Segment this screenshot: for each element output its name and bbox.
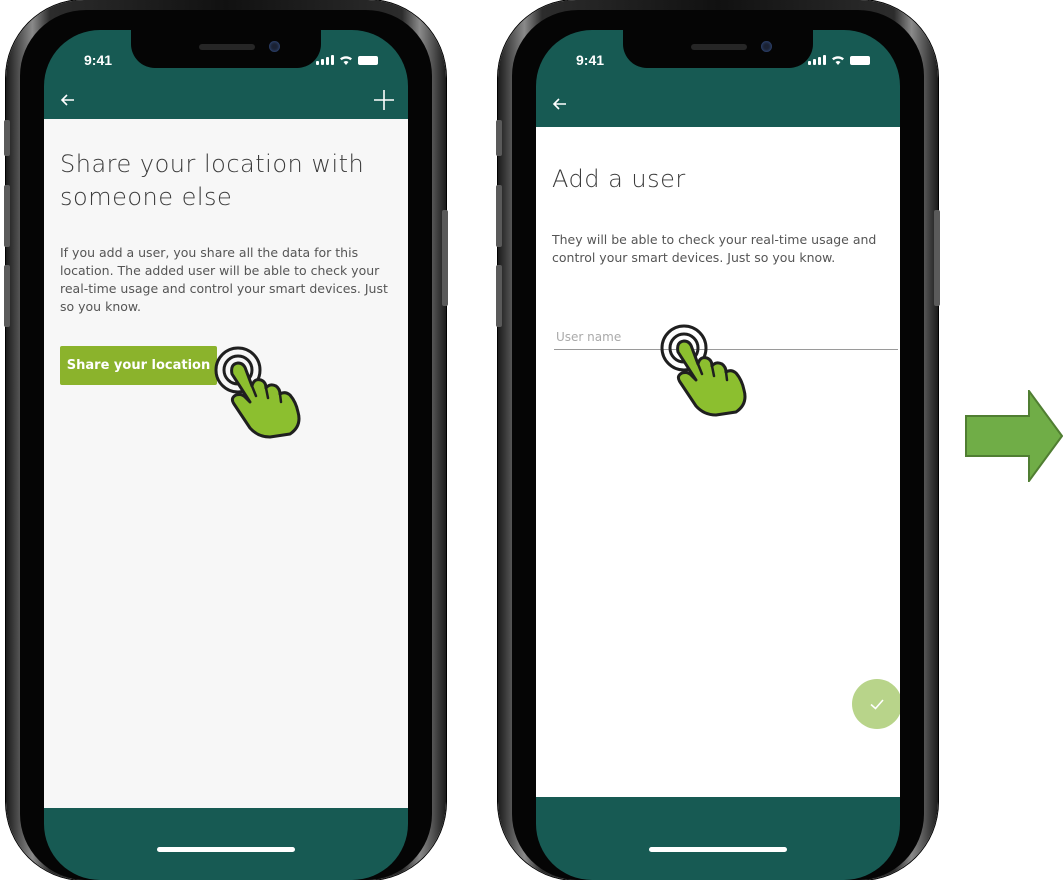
front-camera bbox=[761, 41, 772, 52]
back-button[interactable] bbox=[550, 94, 574, 118]
speaker-grille bbox=[199, 44, 255, 50]
phone-side-button bbox=[4, 265, 10, 327]
arrow-left-icon bbox=[552, 98, 566, 110]
phone-screen: 9:41 Add a user They will be able to che… bbox=[536, 30, 900, 880]
page-title: Add a user bbox=[552, 165, 686, 193]
content-area: Add a user They will be able to check yo… bbox=[536, 127, 900, 797]
app-bar bbox=[536, 86, 900, 130]
speaker-grille bbox=[691, 44, 747, 50]
signal-icon bbox=[316, 55, 334, 65]
plus-icon bbox=[374, 90, 394, 110]
phone-side-button bbox=[934, 210, 940, 306]
description-text: They will be able to check your real-tim… bbox=[552, 232, 877, 265]
checkmark-icon bbox=[870, 699, 884, 710]
phone-notch bbox=[131, 30, 321, 68]
share-location-button[interactable]: Share your location bbox=[60, 346, 217, 385]
phone-bezel: 9:41 Share your location with someone el… bbox=[20, 10, 432, 880]
tap-hand-icon bbox=[214, 346, 301, 439]
home-indicator bbox=[157, 847, 295, 852]
phone-screen: 9:41 Share your location with someone el… bbox=[44, 30, 408, 880]
status-time: 9:41 bbox=[84, 52, 113, 68]
battery-icon bbox=[850, 56, 870, 65]
back-button[interactable] bbox=[58, 90, 82, 114]
phone-side-button bbox=[496, 185, 502, 247]
phone-side-button bbox=[4, 120, 10, 156]
content-area: Share your location with someone else If… bbox=[44, 119, 408, 808]
phone-frame-2: 9:41 Add a user They will be able to che… bbox=[496, 0, 940, 880]
arrow-left-icon bbox=[60, 94, 74, 106]
phone-side-button bbox=[442, 210, 448, 306]
wifi-icon bbox=[340, 56, 352, 65]
status-time: 9:41 bbox=[576, 52, 605, 68]
add-user-button[interactable] bbox=[372, 88, 398, 114]
right-arrow-icon bbox=[965, 390, 1063, 482]
wifi-icon bbox=[832, 56, 844, 65]
phone-side-button bbox=[496, 120, 502, 156]
status-icons bbox=[808, 55, 870, 65]
phone-side-button bbox=[496, 265, 502, 327]
phone-side-button bbox=[4, 185, 10, 247]
home-indicator bbox=[649, 847, 787, 852]
confirm-button[interactable] bbox=[852, 679, 900, 729]
status-icons bbox=[316, 55, 378, 65]
front-camera bbox=[269, 41, 280, 52]
battery-icon bbox=[358, 56, 378, 65]
tap-hand-icon bbox=[660, 324, 747, 417]
phone-bezel: 9:41 Add a user They will be able to che… bbox=[512, 10, 924, 880]
phone-frame-1: 9:41 Share your location with someone el… bbox=[4, 0, 448, 880]
phone-notch bbox=[623, 30, 813, 68]
page-title: Share your location with someone else bbox=[60, 150, 365, 211]
signal-icon bbox=[808, 55, 826, 65]
description-text: If you add a user, you share all the dat… bbox=[60, 245, 388, 314]
